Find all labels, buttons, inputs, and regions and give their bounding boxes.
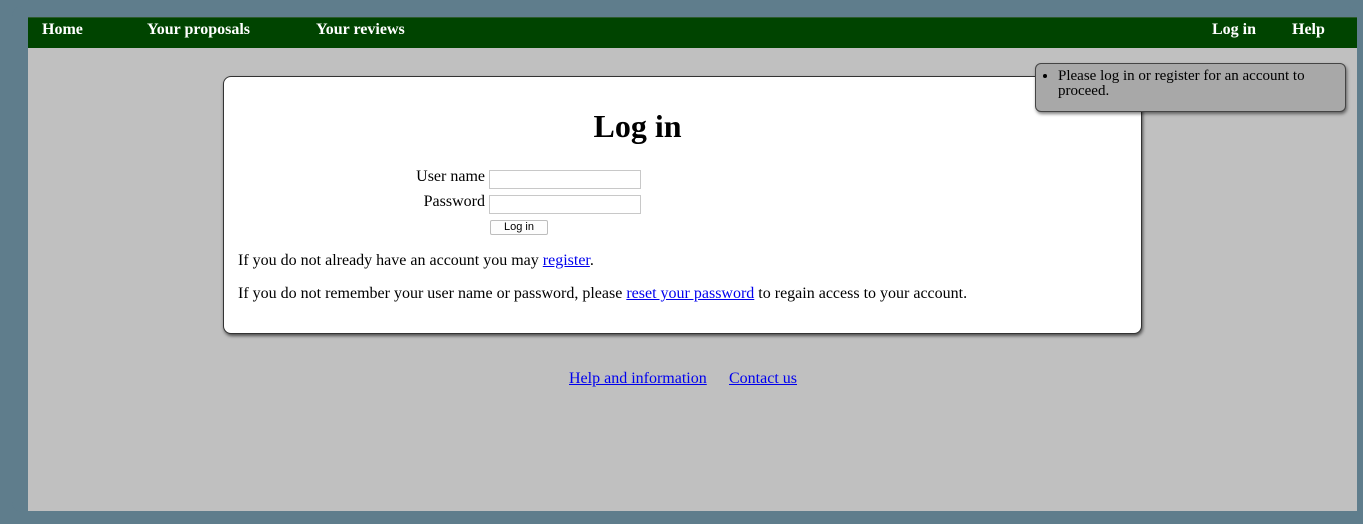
contact-us-link[interactable]: Contact us xyxy=(729,370,797,387)
username-input[interactable] xyxy=(489,170,641,189)
register-text-after: . xyxy=(589,252,594,269)
nav-home-link[interactable]: Home xyxy=(42,21,83,39)
login-submit-button[interactable]: Log in xyxy=(490,220,548,235)
register-paragraph: If you do not already have an account yo… xyxy=(238,252,594,270)
nav-help-link[interactable]: Help xyxy=(1292,21,1325,39)
reset-text-after: to regain access to your account. xyxy=(754,285,968,302)
register-text-before: If you do not already have an account yo… xyxy=(238,252,543,269)
nav-reviews-link[interactable]: Your reviews xyxy=(316,21,405,39)
login-required-notice: Please log in or register for an account… xyxy=(1035,63,1346,112)
nav-login-link[interactable]: Log in xyxy=(1212,21,1256,39)
page-title: Log in xyxy=(593,108,682,144)
username-label: User name xyxy=(416,168,485,185)
footer-help-wrapper: Help and information xyxy=(569,370,707,388)
register-link[interactable]: register xyxy=(543,252,590,269)
password-label: Password xyxy=(423,193,485,210)
reset-text-before: If you do not remember your user name or… xyxy=(238,285,627,302)
notice-message: Please log in or register for an account… xyxy=(1058,69,1337,99)
password-input[interactable] xyxy=(489,195,641,214)
page-area: Home Your proposals Your reviews Log in … xyxy=(28,17,1357,511)
notice-list: Please log in or register for an account… xyxy=(1036,64,1345,99)
reset-paragraph: If you do not remember your user name or… xyxy=(238,285,967,303)
top-navbar: Home Your proposals Your reviews Log in … xyxy=(28,17,1357,48)
nav-proposals-link[interactable]: Your proposals xyxy=(147,21,250,39)
help-information-link[interactable]: Help and information xyxy=(569,370,707,387)
reset-password-link[interactable]: reset your password xyxy=(626,285,754,302)
login-panel: Log in User name Password Log in If you … xyxy=(223,76,1142,334)
footer-contact-wrapper: Contact us xyxy=(729,370,797,388)
